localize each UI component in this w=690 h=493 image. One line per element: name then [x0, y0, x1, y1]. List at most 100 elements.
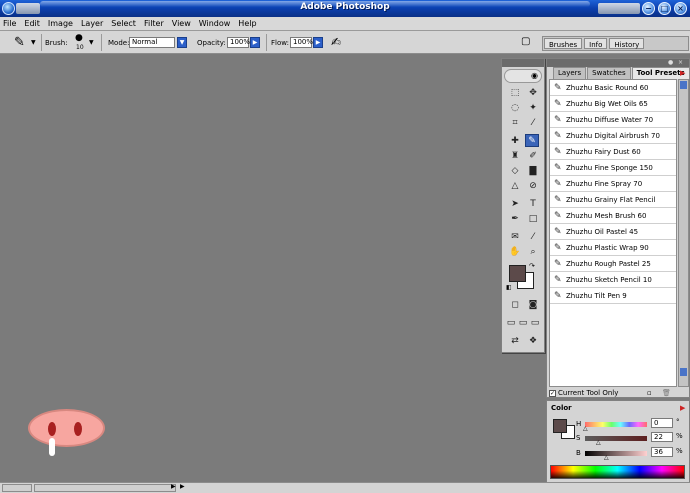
marquee-tool-icon[interactable]: ⬚ — [508, 87, 522, 100]
flow-slider-arrow-icon[interactable]: ▶ — [313, 37, 323, 48]
magic-wand-icon[interactable]: ✦ — [526, 102, 540, 115]
list-item[interactable]: ✎ Zhuzhu Diffuse Water 70 — [550, 112, 676, 128]
imageready-icon[interactable]: ❖ — [526, 335, 540, 348]
menu-edit[interactable]: Edit — [24, 19, 40, 28]
notes-tool-icon[interactable]: ✉ — [508, 231, 522, 244]
status-menu-arrow-icon[interactable]: ▶ — [171, 483, 176, 490]
new-preset-icon[interactable]: ▫ — [647, 389, 652, 397]
flow-input[interactable]: 100% — [290, 37, 313, 48]
hue-slider-thumb-icon[interactable]: △ — [583, 425, 588, 432]
maximize-icon[interactable]: □ — [658, 2, 671, 15]
full-screen-mode-icon[interactable]: ▭ — [530, 317, 540, 330]
gradient-tool-icon[interactable]: ▇ — [526, 165, 540, 178]
menu-window[interactable]: Window — [199, 19, 231, 28]
jump-to-imageready-icon[interactable]: ⇄ — [508, 335, 522, 348]
close-icon[interactable]: × — [674, 2, 687, 15]
airbrush-icon[interactable]: ✍ — [331, 35, 341, 49]
menu-file[interactable]: File — [3, 19, 16, 28]
panel-menu-icon[interactable]: ▶ — [680, 69, 685, 77]
preset-picker-arrow-icon[interactable]: ▼ — [31, 39, 36, 46]
blur-tool-icon[interactable]: △ — [508, 180, 522, 193]
menu-filter[interactable]: Filter — [144, 19, 164, 28]
brush-tool-preset-icon[interactable]: ✎ — [14, 35, 25, 50]
panel-minimize-icon[interactable]: ● — [668, 59, 673, 66]
pen-tool-icon[interactable]: ✒ — [508, 213, 522, 226]
toolbox-title-bar[interactable] — [502, 59, 544, 67]
file-browser-icon[interactable]: ▢ — [521, 36, 530, 47]
zoom-tool-icon[interactable]: ⌕ — [526, 246, 540, 259]
tab-brushes[interactable]: Brushes — [544, 38, 583, 49]
brightness-slider-thumb-icon[interactable]: △ — [604, 454, 609, 461]
tab-swatches[interactable]: Swatches — [587, 67, 631, 79]
list-item[interactable]: ✎ Zhuzhu Fine Sponge 150 — [550, 160, 676, 176]
preset-list-scrollbar[interactable] — [678, 79, 689, 387]
dodge-tool-icon[interactable]: ⊘ — [526, 180, 540, 193]
list-item[interactable]: ✎ Zhuzhu Big Wet Oils 65 — [550, 96, 676, 112]
list-item[interactable]: ✎ Zhuzhu Mesh Brush 60 — [550, 208, 676, 224]
type-tool-icon[interactable]: T — [526, 198, 540, 211]
healing-brush-icon[interactable]: ✚ — [508, 135, 522, 148]
scroll-down-icon[interactable] — [680, 368, 687, 376]
color-foreground-swatch[interactable] — [553, 419, 567, 433]
list-item[interactable]: ✎ Zhuzhu Digital Airbrush 70 — [550, 128, 676, 144]
foreground-color-swatch[interactable] — [509, 265, 526, 282]
tab-info[interactable]: Info — [584, 38, 608, 49]
minimize-icon[interactable]: − — [642, 2, 655, 15]
menu-select[interactable]: Select — [111, 19, 136, 28]
adobe-online-icon[interactable]: ◉ — [504, 69, 542, 83]
shape-tool-icon[interactable]: □ — [526, 213, 540, 226]
brush-picker-arrow-icon[interactable]: ▼ — [89, 39, 94, 46]
hand-tool-icon[interactable]: ✋ — [508, 246, 522, 259]
brightness-slider-track[interactable] — [585, 451, 647, 456]
mode-dropdown-icon[interactable]: ▼ — [177, 37, 187, 48]
menu-help[interactable]: Help — [238, 19, 256, 28]
full-screen-menu-mode-icon[interactable]: ▭ — [518, 317, 528, 330]
brightness-input[interactable]: 36 — [651, 447, 673, 457]
hue-slider-track[interactable] — [585, 422, 647, 427]
tab-color[interactable]: Color — [551, 404, 572, 412]
slice-tool-icon[interactable]: ⁄ — [526, 117, 540, 130]
zoom-field[interactable] — [2, 484, 32, 492]
list-item[interactable]: ✎ Zhuzhu Oil Pastel 45 — [550, 224, 676, 240]
eraser-tool-icon[interactable]: ◇ — [508, 165, 522, 178]
move-tool-icon[interactable]: ✥ — [526, 87, 540, 100]
crop-tool-icon[interactable]: ⌗ — [508, 117, 522, 130]
tab-layers[interactable]: Layers — [553, 67, 587, 79]
list-item[interactable]: ✎ Zhuzhu Plastic Wrap 90 — [550, 240, 676, 256]
default-colors-icon[interactable]: ◧ — [506, 284, 512, 291]
current-tool-only-checkbox[interactable]: ✓ — [549, 389, 556, 397]
brush-tool-icon[interactable]: ✎ — [525, 134, 539, 147]
list-item[interactable]: ✎ Zhuzhu Fine Spray 70 — [550, 176, 676, 192]
menu-layer[interactable]: Layer — [81, 19, 103, 28]
clone-stamp-icon[interactable]: ♜ — [508, 150, 522, 163]
color-panel-menu-icon[interactable]: ▶ — [680, 404, 685, 412]
delete-preset-icon[interactable]: 🗑 — [662, 389, 671, 397]
list-item[interactable]: ✎ Zhuzhu Fairy Dust 60 — [550, 144, 676, 160]
current-tool-only-option[interactable]: ✓ Current Tool Only — [549, 389, 618, 397]
list-item[interactable]: ✎ Zhuzhu Tilt Pen 9 — [550, 288, 676, 304]
scroll-up-icon[interactable] — [680, 81, 687, 89]
list-item[interactable]: ✎ Zhuzhu Basic Round 60 — [550, 80, 676, 96]
saturation-slider-thumb-icon[interactable]: △ — [596, 439, 601, 446]
list-item[interactable]: ✎ Zhuzhu Grainy Flat Pencil — [550, 192, 676, 208]
path-selection-icon[interactable]: ➤ — [508, 198, 522, 211]
standard-screen-mode-icon[interactable]: ▭ — [506, 317, 516, 330]
saturation-slider-track[interactable] — [585, 436, 647, 441]
brush-tip-icon[interactable]: ● — [75, 33, 83, 43]
lasso-tool-icon[interactable]: ◌ — [508, 102, 522, 115]
color-ramp[interactable] — [550, 465, 685, 479]
opacity-slider-arrow-icon[interactable]: ▶ — [250, 37, 260, 48]
opacity-input[interactable]: 100% — [227, 37, 250, 48]
list-item[interactable]: ✎ Zhuzhu Sketch Pencil 10 — [550, 272, 676, 288]
hue-input[interactable]: 0 — [651, 418, 673, 428]
list-item[interactable]: ✎ Zhuzhu Rough Pastel 25 — [550, 256, 676, 272]
tab-history[interactable]: History — [609, 38, 645, 49]
status-expand-arrow-icon[interactable]: ▶ — [180, 483, 185, 490]
menu-view[interactable]: View — [172, 19, 191, 28]
panel-close-icon[interactable]: × — [678, 59, 683, 66]
mode-select[interactable]: Normal — [129, 37, 175, 48]
menu-image[interactable]: Image — [48, 19, 73, 28]
eyedropper-icon[interactable]: ⁄ — [526, 231, 540, 244]
history-brush-icon[interactable]: ✐ — [526, 150, 540, 163]
saturation-input[interactable]: 22 — [651, 432, 673, 442]
